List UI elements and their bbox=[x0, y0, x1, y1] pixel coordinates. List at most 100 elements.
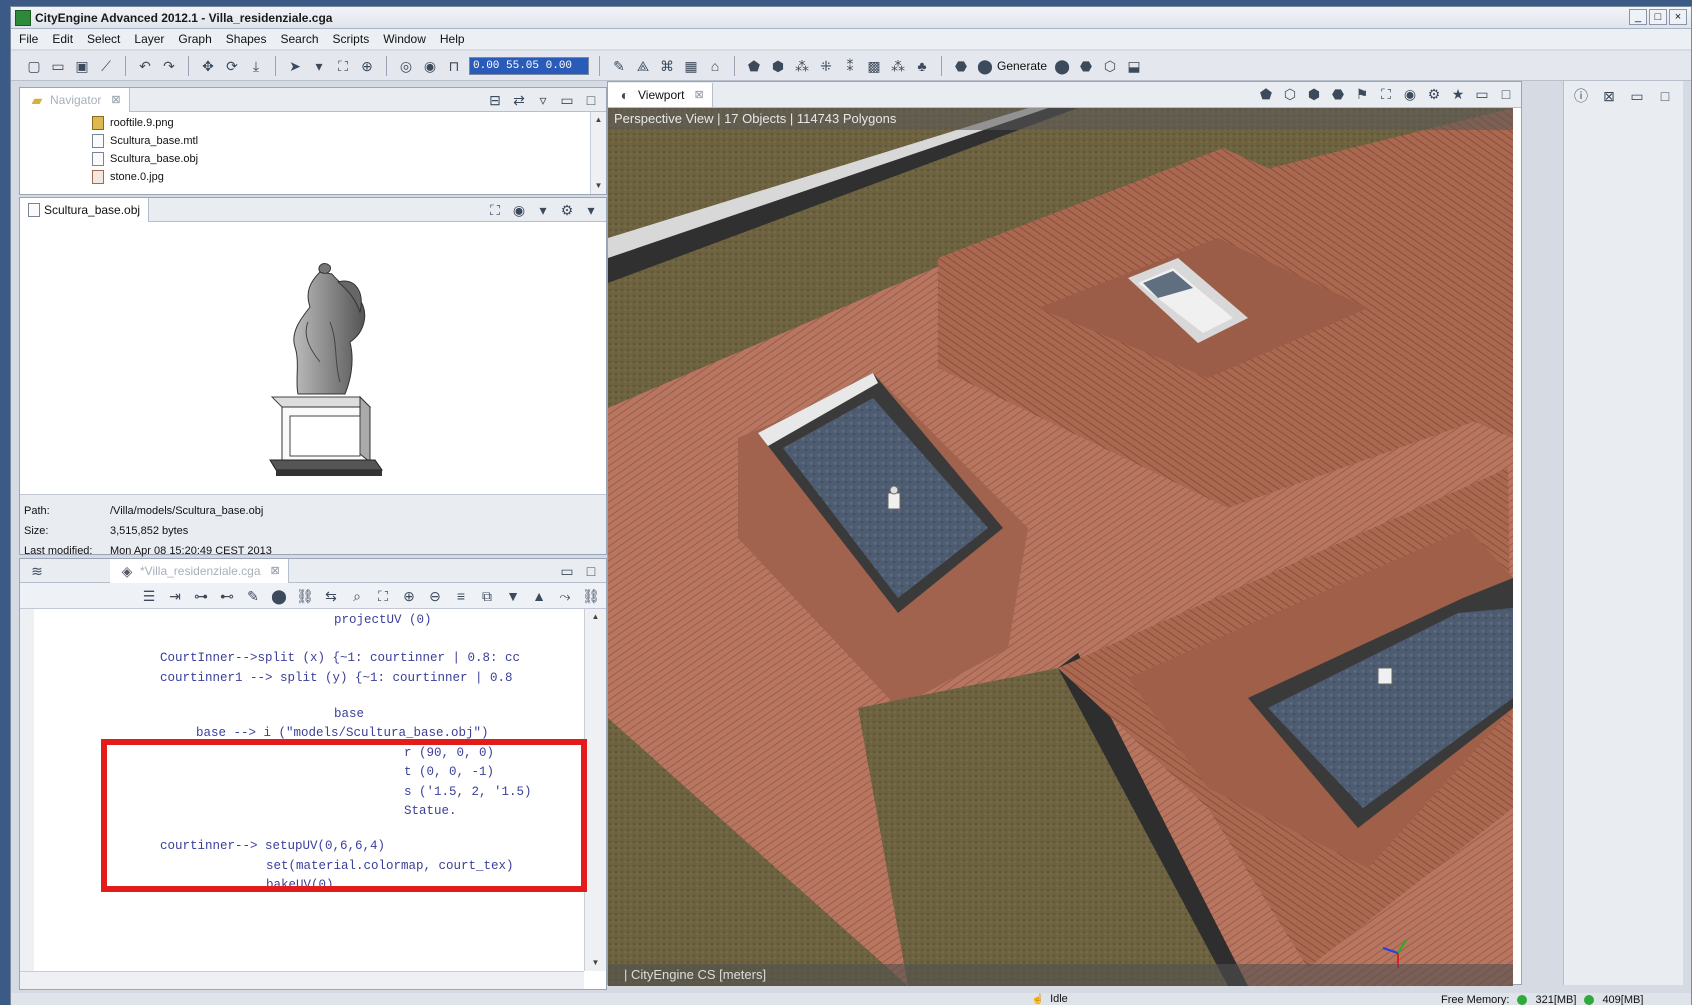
lot-icon[interactable]: ▩ bbox=[865, 57, 883, 75]
new-file-icon[interactable]: ▢ bbox=[25, 57, 43, 75]
undo-icon[interactable]: ↶ bbox=[136, 57, 154, 75]
generate-button[interactable]: ⬤ Generate bbox=[976, 57, 1047, 75]
camera-icon[interactable]: ◉ bbox=[1401, 85, 1419, 103]
update-seed-icon[interactable]: ⬤ bbox=[1053, 57, 1071, 75]
subdivide-icon[interactable]: ⁂ bbox=[793, 57, 811, 75]
gear-icon[interactable]: ⚙ bbox=[1425, 85, 1443, 103]
minimize-button[interactable]: _ bbox=[1629, 9, 1647, 25]
scroll-up-icon[interactable]: ▲ bbox=[591, 112, 606, 128]
frame-icon[interactable]: ⛶ bbox=[334, 57, 352, 75]
open-folder-icon[interactable]: ▭ bbox=[49, 57, 67, 75]
editor-horizontal-scrollbar[interactable] bbox=[20, 971, 584, 989]
polygon-tool-icon[interactable]: ⟁ bbox=[634, 57, 652, 75]
tree-view-icon[interactable]: ⊶ bbox=[192, 587, 210, 605]
bookmark-icon[interactable]: ⚑ bbox=[1353, 85, 1371, 103]
zoom-in-icon[interactable]: ⊕ bbox=[400, 587, 418, 605]
align-icon[interactable]: ⁑ bbox=[841, 57, 859, 75]
maximize-panel-icon[interactable]: □ bbox=[1497, 85, 1515, 103]
offset-icon[interactable]: ⁜ bbox=[817, 57, 835, 75]
search-icon[interactable]: ⌕ bbox=[348, 587, 366, 605]
menu-edit[interactable]: Edit bbox=[52, 32, 73, 46]
minimize-panel-icon[interactable]: ▭ bbox=[558, 91, 576, 109]
list-item[interactable]: Scultura_base.obj bbox=[20, 150, 590, 168]
redo-icon[interactable]: ↷ bbox=[160, 57, 178, 75]
scroll-down-icon[interactable]: ▼ bbox=[585, 955, 606, 971]
menu-search[interactable]: Search bbox=[280, 32, 318, 46]
maximize-panel-icon[interactable]: □ bbox=[582, 562, 600, 580]
zoom-icon[interactable]: ⊕ bbox=[358, 57, 376, 75]
menu-layer[interactable]: Layer bbox=[134, 32, 164, 46]
model-preview[interactable] bbox=[20, 222, 606, 494]
lock-icon[interactable]: ⊓ bbox=[445, 57, 463, 75]
camera-icon[interactable]: ◉ bbox=[510, 201, 528, 219]
move-icon[interactable]: ✥ bbox=[199, 57, 217, 75]
indent-icon[interactable]: ⇥ bbox=[166, 587, 184, 605]
arrow-down-icon[interactable]: ▼ bbox=[504, 587, 522, 605]
tab-cga-file[interactable]: ◈ *Villa_residenziale.cga ⊠ bbox=[110, 558, 289, 583]
export-icon[interactable]: ⬓ bbox=[1125, 57, 1143, 75]
street-tool-icon[interactable]: ✎ bbox=[610, 57, 628, 75]
shape-create-icon[interactable]: ⬟ bbox=[745, 57, 763, 75]
navigator-scrollbar[interactable]: ▲ ▼ bbox=[590, 112, 606, 194]
menu-scripts[interactable]: Scripts bbox=[333, 32, 370, 46]
tree-icon[interactable]: ♣ bbox=[913, 57, 931, 75]
frame-icon[interactable]: ⛶ bbox=[1377, 85, 1395, 103]
menu-file[interactable]: File bbox=[19, 32, 38, 46]
minimize-panel-icon[interactable]: ▭ bbox=[1628, 87, 1646, 105]
coordinate-input[interactable] bbox=[469, 56, 589, 75]
tab-navigator[interactable]: ▰ Navigator ⊠ bbox=[20, 87, 130, 112]
close-icon[interactable]: ⊠ bbox=[111, 93, 120, 106]
pencil-icon[interactable]: ✎ bbox=[244, 587, 262, 605]
menu-graph[interactable]: Graph bbox=[178, 32, 211, 46]
camera-icon[interactable]: ◉ bbox=[421, 57, 439, 75]
frame-icon[interactable]: ⛶ bbox=[486, 201, 504, 219]
close-icon[interactable]: ⊠ bbox=[271, 564, 280, 577]
shaded-icon[interactable]: ⬡ bbox=[1281, 85, 1299, 103]
chevron-down-icon[interactable]: ▾ bbox=[582, 201, 600, 219]
maximize-panel-icon[interactable]: □ bbox=[1656, 87, 1674, 105]
gear-icon[interactable]: ⚙ bbox=[558, 201, 576, 219]
maximize-panel-icon[interactable]: □ bbox=[582, 91, 600, 109]
scroll-down-icon[interactable]: ▼ bbox=[591, 178, 606, 194]
menu-window[interactable]: Window bbox=[383, 32, 426, 46]
list-item[interactable]: stone.0.jpg bbox=[20, 168, 590, 186]
menu-shapes[interactable]: Shapes bbox=[226, 32, 267, 46]
lighting-icon[interactable]: ⬣ bbox=[1329, 85, 1347, 103]
chevron-down-icon[interactable]: ▾ bbox=[534, 201, 552, 219]
shape-clean-icon[interactable]: ⬢ bbox=[769, 57, 787, 75]
select-arrow-icon[interactable]: ➤ bbox=[286, 57, 304, 75]
expand-icon[interactable]: ⤳ bbox=[556, 587, 574, 605]
shape-tool-icon[interactable]: ⌂ bbox=[706, 57, 724, 75]
info-icon[interactable]: ⓘ bbox=[1572, 87, 1590, 105]
collapse-all-icon[interactable]: ⊟ bbox=[486, 91, 504, 109]
minimize-panel-icon[interactable]: ▭ bbox=[1473, 85, 1491, 103]
outline-icon[interactable]: ☰ bbox=[140, 587, 158, 605]
3d-scene[interactable]: Perspective View | 17 Objects | 114743 P… bbox=[608, 108, 1513, 986]
terrain-icon[interactable]: ⁂ bbox=[889, 57, 907, 75]
arrow-up-icon[interactable]: ▲ bbox=[530, 587, 548, 605]
snap-icon[interactable]: ◎ bbox=[397, 57, 415, 75]
menu-select[interactable]: Select bbox=[87, 32, 120, 46]
inspect-model-icon[interactable]: ⬣ bbox=[1077, 57, 1095, 75]
code-editor[interactable]: projectUV (0) CourtInner-->split (x) {~1… bbox=[20, 609, 584, 971]
tab-viewport[interactable]: ◐ Viewport ⊠ bbox=[608, 82, 713, 107]
grid-tool-icon[interactable]: ▦ bbox=[682, 57, 700, 75]
generate-icon[interactable]: ⬤ bbox=[270, 587, 288, 605]
select-dropdown-icon[interactable]: ▾ bbox=[310, 57, 328, 75]
close-button[interactable]: × bbox=[1669, 9, 1687, 25]
tab-layers[interactable]: ≋ bbox=[20, 559, 110, 583]
scale-icon[interactable]: ⤓ bbox=[247, 57, 265, 75]
scroll-up-icon[interactable]: ▲ bbox=[585, 609, 606, 625]
clean-model-icon[interactable]: ⬡ bbox=[1101, 57, 1119, 75]
copy-icon[interactable]: ⧉ bbox=[478, 587, 496, 605]
wand-icon[interactable]: ⟋ bbox=[97, 57, 115, 75]
list-icon[interactable]: ≡ bbox=[452, 587, 470, 605]
view-menu-icon[interactable]: ▿ bbox=[534, 91, 552, 109]
link-editor-icon[interactable]: ⇄ bbox=[510, 91, 528, 109]
rotate-icon[interactable]: ⟳ bbox=[223, 57, 241, 75]
list-item[interactable]: Scultura_base.mtl bbox=[20, 132, 590, 150]
editor-scrollbar[interactable]: ▲ ▼ bbox=[584, 609, 606, 971]
list-item[interactable]: rooftile.9.png bbox=[20, 114, 590, 132]
close-icon[interactable]: ⊠ bbox=[1600, 87, 1618, 105]
wireframe-icon[interactable]: ⬟ bbox=[1257, 85, 1275, 103]
